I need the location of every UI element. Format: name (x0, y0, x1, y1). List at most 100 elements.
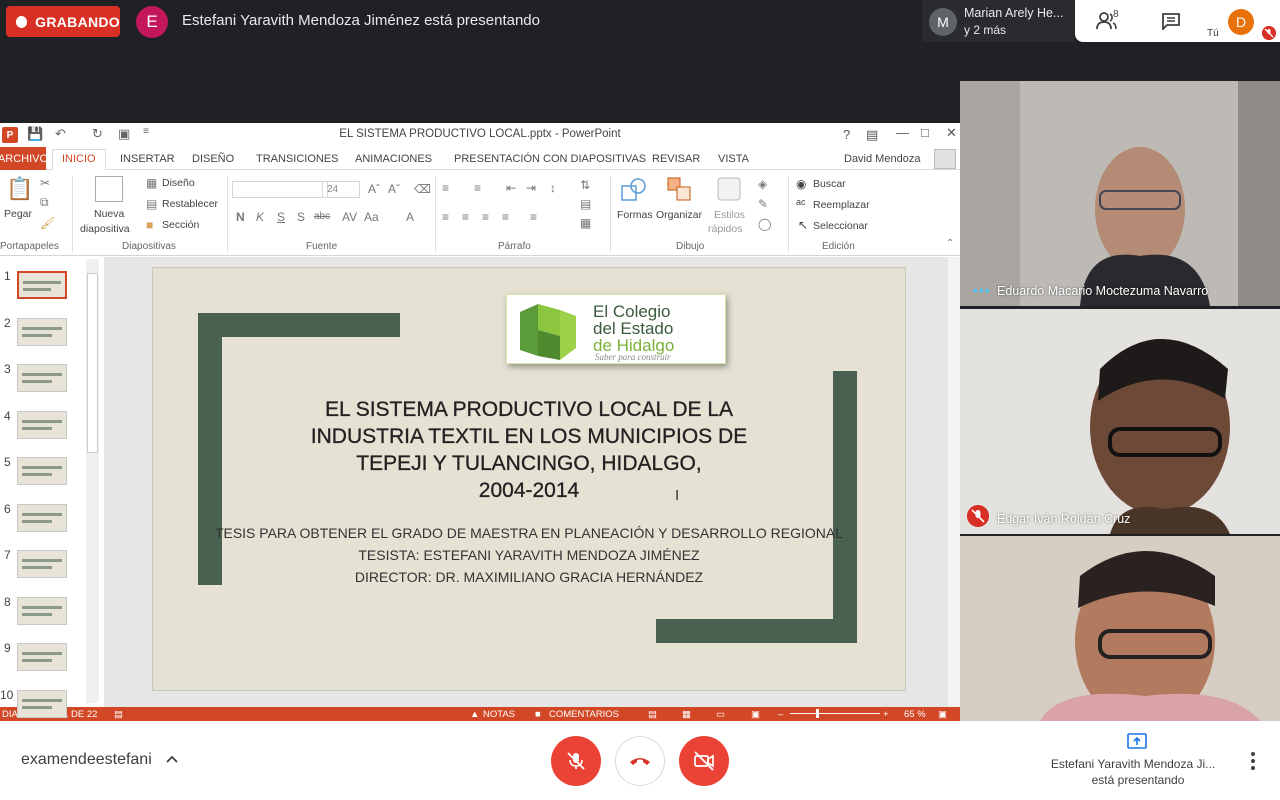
clear-format-icon[interactable]: ⌫ (414, 182, 431, 196)
font-name-input[interactable] (232, 181, 328, 198)
char-spacing-icon[interactable]: AV (342, 210, 357, 224)
minimize-icon[interactable]: — (896, 125, 909, 140)
microphone-toggle-button[interactable] (551, 736, 601, 786)
quick-styles-icon[interactable] (716, 176, 744, 204)
slide-thumbnail[interactable] (17, 271, 67, 299)
zoom-level[interactable]: 65 % (904, 709, 926, 720)
slideshow-view-icon[interactable]: ▣ (751, 709, 760, 720)
notas-button[interactable]: NOTAS (483, 709, 515, 720)
diapositiva-label[interactable]: diapositiva (80, 223, 130, 235)
line-spacing-icon[interactable]: ↕ (550, 181, 556, 195)
tab-animaciones[interactable]: ANIMACIONES (355, 153, 432, 165)
diseno-button[interactable]: Diseño (162, 177, 195, 189)
slide-thumbnail[interactable] (17, 317, 67, 346)
slide-thumbnail[interactable] (17, 643, 67, 671)
cut-icon[interactable]: ✂ (40, 176, 50, 190)
new-slide-icon[interactable] (95, 176, 123, 202)
bullets-icon[interactable]: ≡ (442, 181, 449, 195)
buscar-button[interactable]: Buscar (813, 178, 846, 190)
comments-icon[interactable]: ■ (535, 709, 541, 720)
reemplazar-button[interactable]: Reemplazar (813, 199, 870, 211)
grow-font-icon[interactable]: Aˆ (368, 182, 380, 196)
notes-icon[interactable]: ▲ (470, 709, 479, 720)
formas-label[interactable]: Formas (617, 209, 653, 221)
increase-indent-icon[interactable]: ⇥ (526, 181, 536, 195)
paste-icon[interactable]: 📋 (6, 176, 33, 202)
italic-icon[interactable]: K (256, 210, 264, 224)
ribbon-display-icon[interactable]: ▤ (866, 127, 878, 143)
collapse-ribbon-icon[interactable]: ⌃ (946, 238, 954, 249)
meeting-code[interactable]: examendeestefani (21, 751, 152, 769)
format-painter-icon[interactable]: 🖌 (40, 216, 55, 230)
numbering-icon[interactable]: ≡ (474, 181, 481, 195)
shape-fill-icon[interactable]: ◈ (758, 177, 767, 191)
align-text-icon[interactable]: ▤ (580, 197, 591, 211)
select-cursor-icon[interactable]: ↖ (798, 218, 808, 232)
chevron-up-icon[interactable] (165, 752, 179, 766)
text-direction-icon[interactable]: ⇅ (580, 178, 590, 192)
tab-revisar[interactable]: REVISAR (652, 153, 700, 165)
tab-presentacion[interactable]: PRESENTACIÓN CON DIAPOSITIVAS (454, 153, 646, 165)
decrease-indent-icon[interactable]: ⇤ (506, 181, 516, 195)
maximize-icon[interactable]: □ (921, 125, 929, 140)
bold-icon[interactable]: N (236, 210, 245, 224)
tab-archivo[interactable]: ARCHIVO (0, 147, 48, 170)
user-avatar[interactable] (934, 149, 956, 169)
restablecer-button[interactable]: Restablecer (162, 198, 218, 210)
align-right-icon[interactable]: ≡ (482, 210, 489, 224)
shapes-icon[interactable] (620, 176, 648, 204)
slide-thumbnail[interactable] (17, 689, 67, 718)
underline-icon[interactable]: S (277, 210, 285, 224)
reading-view-icon[interactable]: ▭ (716, 709, 725, 720)
thumbnail-scroll-thumb[interactable] (87, 273, 98, 453)
camera-toggle-button[interactable] (679, 736, 729, 786)
tab-inicio[interactable]: INICIO (52, 149, 106, 171)
tab-diseno[interactable]: DISEÑO (192, 153, 234, 165)
shape-outline-icon[interactable]: ✎ (758, 197, 768, 211)
estilos-label[interactable]: Estilos (714, 209, 745, 221)
tab-vista[interactable]: VISTA (718, 153, 749, 165)
tab-transiciones[interactable]: TRANSICIONES (256, 153, 339, 165)
shadow-icon[interactable]: S (297, 210, 305, 224)
participant-tile-3[interactable] (960, 536, 1280, 721)
pegar-label[interactable]: Pegar (4, 208, 32, 220)
zoom-out-icon[interactable]: – (778, 709, 783, 720)
slide-thumbnail[interactable] (17, 364, 67, 392)
chat-icon[interactable] (1161, 12, 1181, 30)
fit-slide-icon[interactable]: ▣ (938, 709, 947, 720)
slide-scrollbar[interactable] (948, 257, 960, 707)
copy-icon[interactable]: ⧉ (40, 195, 49, 210)
spellcheck-icon[interactable]: ▤ (114, 709, 123, 720)
tab-insertar[interactable]: INSERTAR (120, 153, 175, 165)
binoculars-icon[interactable]: ◉ (796, 177, 806, 191)
slide-thumbnail[interactable] (17, 457, 67, 485)
participant-tile-1[interactable]: ••• Eduardo Macario Moctezuma Navarro (960, 81, 1280, 306)
section-icon[interactable]: ■ (146, 218, 153, 232)
shape-effects-icon[interactable]: ◯ (758, 217, 771, 231)
slide-thumbnail[interactable] (17, 550, 67, 578)
strikethrough-icon[interactable]: abc (314, 211, 330, 222)
seccion-button[interactable]: Sección (162, 219, 199, 231)
comentarios-button[interactable]: COMENTARIOS (549, 709, 619, 720)
slide-thumbnail[interactable] (17, 503, 67, 532)
normal-view-icon[interactable]: ▤ (648, 709, 657, 720)
slide-thumbnail[interactable] (17, 410, 67, 439)
close-icon[interactable]: ✕ (946, 125, 957, 141)
replace-icon[interactable]: ac (796, 197, 806, 207)
zoom-in-icon[interactable]: + (883, 709, 889, 720)
sorter-view-icon[interactable]: ▦ (682, 709, 691, 720)
leave-call-button[interactable] (615, 736, 665, 786)
arrange-icon[interactable] (666, 176, 694, 204)
justify-icon[interactable]: ≡ (502, 210, 509, 224)
participant-tile-2[interactable]: Edgar Iván Roldán Cruz (960, 309, 1280, 534)
shrink-font-icon[interactable]: Aˇ (388, 182, 400, 196)
font-color-icon[interactable]: A (406, 210, 414, 224)
organizar-label[interactable]: Organizar (656, 209, 702, 221)
zoom-slider-thumb[interactable] (816, 709, 819, 718)
layout-icon[interactable]: ▦ (146, 176, 157, 190)
change-case-icon[interactable]: Aa (364, 210, 379, 224)
presenting-status-line-1[interactable]: Estefani Yaravith Mendoza Ji... (1038, 757, 1228, 771)
nueva-label[interactable]: Nueva (94, 208, 124, 220)
zoom-slider[interactable] (790, 713, 880, 714)
reset-icon[interactable]: ▤ (146, 197, 157, 211)
